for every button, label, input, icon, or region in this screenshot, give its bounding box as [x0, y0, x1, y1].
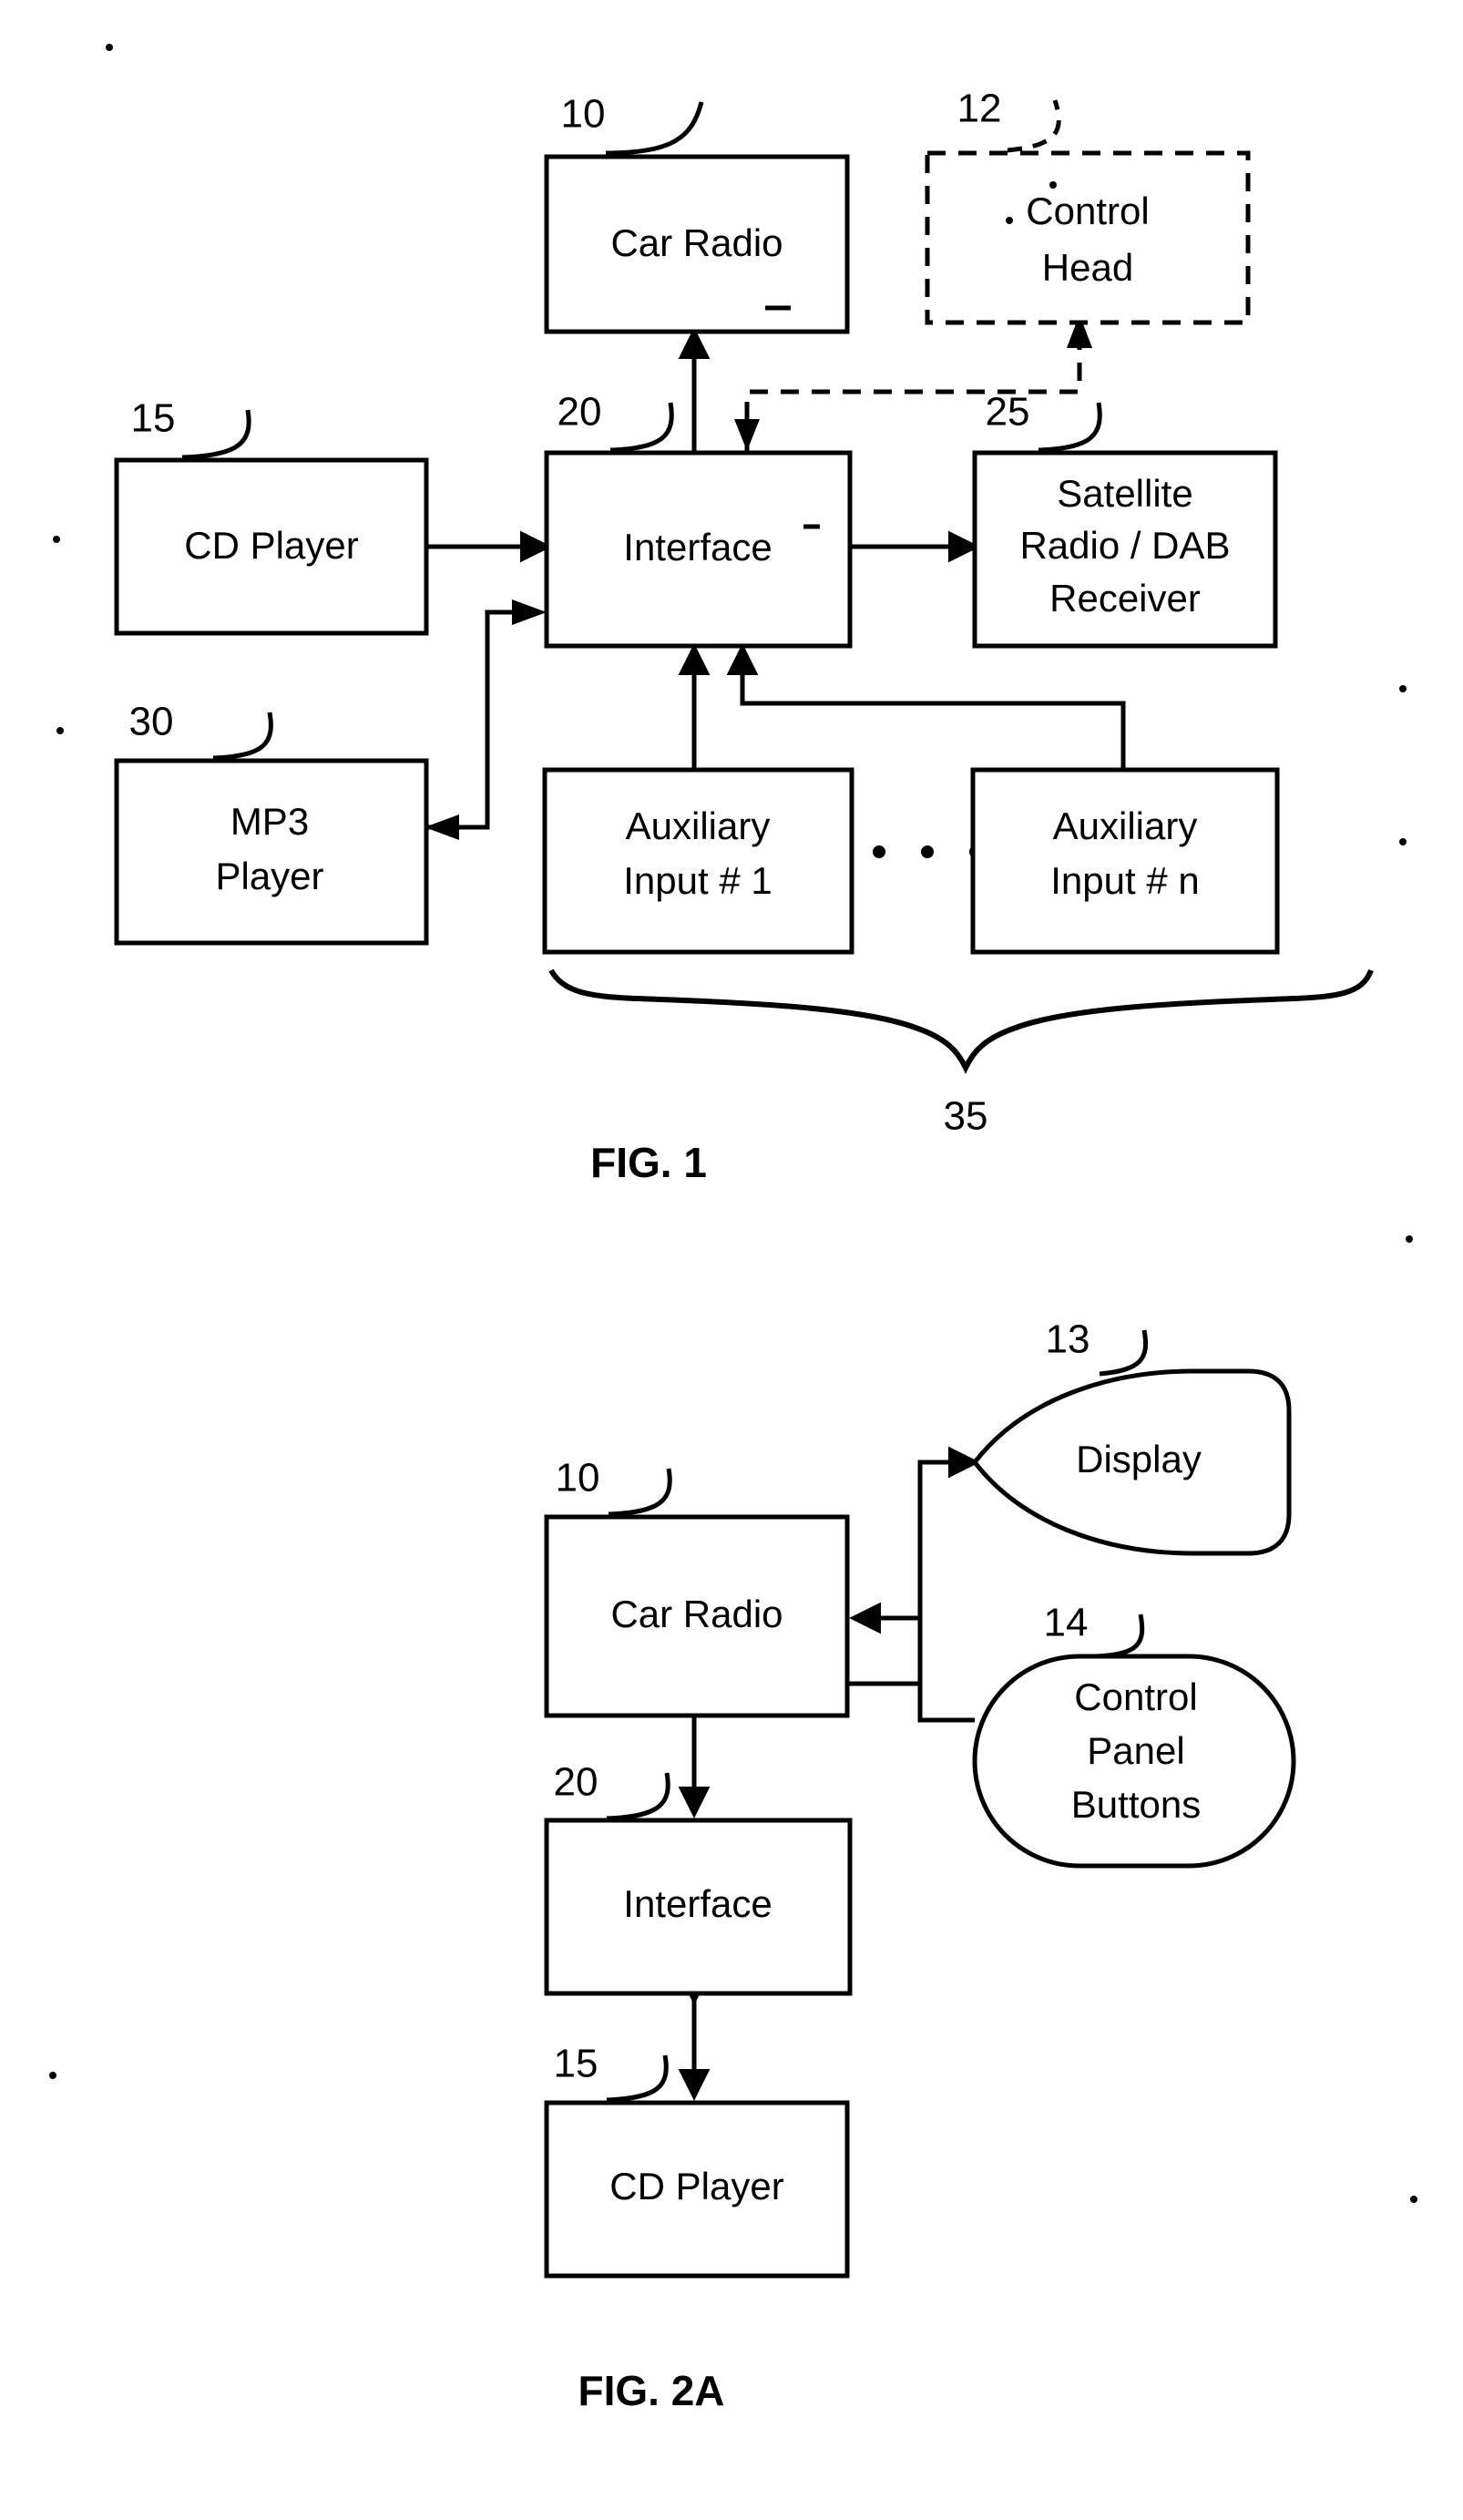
arrowhead-control-head-down	[734, 419, 760, 451]
aux-input-n-label-line1: Auxiliary	[1053, 804, 1198, 847]
satellite-radio-label-line1: Satellite	[1057, 472, 1192, 515]
ref-number-15: 15	[131, 396, 176, 441]
node-satellite-radio[interactable]: Satellite Radio / DAB Receiver 25	[972, 390, 1278, 649]
ref-leader-10	[605, 101, 704, 156]
node-cd-player-2a[interactable]: CD Player 15	[544, 2042, 850, 2279]
aux-input-1-label-line1: Auxiliary	[626, 804, 771, 847]
ref-leader-13	[1099, 1329, 1149, 1377]
print-speck	[1399, 838, 1407, 845]
print-speck	[106, 44, 113, 51]
figure-2a: Car Radio 10 Display 13 Control Panel Bu…	[49, 1235, 1417, 2414]
figure-1-caption: FIG. 1	[590, 1139, 707, 1186]
aux-group-brace: 35	[548, 968, 1374, 1139]
figure-2a-caption: FIG. 2A	[578, 2367, 724, 2414]
ref-number-12: 12	[957, 87, 1002, 131]
node-interface[interactable]: Interface 20	[544, 390, 853, 649]
ref-leader-10-2a	[608, 1468, 672, 1517]
satellite-radio-label-line3: Receiver	[1049, 577, 1201, 620]
figure-canvas: Car Radio 10 Control Head 12 CD Player 1…	[49, 44, 1417, 2414]
ref-number-30: 30	[129, 700, 174, 744]
mp3-player-label-line1: MP3	[230, 800, 309, 843]
print-speck	[1049, 181, 1057, 189]
node-cd-player[interactable]: CD Player 15	[114, 396, 429, 636]
mp3-player-label-line2: Player	[215, 855, 323, 897]
node-mp3-player[interactable]: MP3 Player 30	[114, 700, 429, 946]
ref-leader-12	[1007, 99, 1061, 153]
connector-car-radio-display	[847, 1446, 980, 1686]
connector-buttons-car-radio	[849, 1602, 975, 1723]
ref-number-10-2a: 10	[556, 1456, 600, 1501]
ref-number-20-2a: 20	[554, 1760, 598, 1805]
ref-number-13: 13	[1046, 1317, 1090, 1362]
print-speck	[1006, 217, 1013, 224]
print-speck	[1399, 685, 1407, 692]
node-control-head[interactable]: Control Head 12	[925, 87, 1251, 325]
interface-2a-label: Interface	[623, 1882, 772, 1925]
control-panel-buttons-label-line3: Buttons	[1071, 1783, 1201, 1826]
print-speck	[1406, 1235, 1413, 1243]
aux-ellipsis	[873, 845, 982, 858]
ref-number-20: 20	[558, 390, 602, 435]
print-speck	[49, 2072, 56, 2079]
display-label: Display	[1076, 1438, 1202, 1480]
car-radio-2a-label: Car Radio	[610, 1593, 783, 1635]
cd-player-2a-label: CD Player	[609, 2165, 783, 2208]
node-car-radio-2a[interactable]: Car Radio 10	[544, 1456, 850, 1718]
node-aux-input-n[interactable]: Auxiliary Input # n	[970, 767, 1280, 955]
node-display[interactable]: Display 13	[971, 1317, 1292, 1556]
ref-leader-20	[609, 402, 674, 453]
ref-leader-20-2a	[606, 1772, 670, 1821]
print-speck	[53, 536, 60, 543]
cd-player-label: CD Player	[184, 524, 358, 567]
aux-input-1-label-line2: Input # 1	[623, 859, 772, 902]
control-head-box[interactable]	[925, 150, 1251, 325]
mp3-player-box[interactable]	[114, 758, 429, 946]
ref-number-14: 14	[1044, 1601, 1089, 1645]
print-speck	[1410, 2196, 1417, 2203]
ref-leader-14	[1095, 1613, 1145, 1659]
ellipsis-dot	[873, 845, 885, 858]
ellipsis-dot	[921, 845, 934, 858]
connector-auxn-interface	[726, 643, 1126, 770]
ref-number-10: 10	[561, 92, 606, 137]
ref-number-25: 25	[986, 390, 1030, 435]
ref-leader-30	[212, 712, 273, 761]
brace-path	[548, 968, 1374, 1075]
ref-number-35: 35	[944, 1094, 988, 1139]
node-car-radio[interactable]: Car Radio 10	[544, 92, 850, 334]
patent-drawing-page: Car Radio 10 Control Head 12 CD Player 1…	[0, 0, 1463, 2520]
ref-leader-15-2a	[606, 2054, 669, 2103]
ref-leader-15	[181, 409, 251, 460]
arrowhead-mp3-into-interface	[512, 599, 547, 625]
interface-label: Interface	[623, 526, 772, 569]
control-panel-buttons-label-line1: Control	[1074, 1675, 1197, 1718]
control-panel-buttons-label-line2: Panel	[1087, 1729, 1184, 1772]
node-interface-2a[interactable]: Interface 20	[544, 1760, 853, 1996]
ref-number-15-2a: 15	[554, 2042, 598, 2086]
ref-leader-25	[1038, 402, 1102, 453]
figure-1: Car Radio 10 Control Head 12 CD Player 1…	[53, 44, 1407, 1186]
connector-mp3-interface	[426, 610, 539, 830]
node-aux-input-1[interactable]: Auxiliary Input # 1	[542, 767, 854, 955]
aux-input-n-label-line2: Input # n	[1050, 859, 1199, 902]
control-head-label-line2: Head	[1042, 246, 1133, 289]
print-speck	[56, 727, 64, 734]
satellite-radio-label-line2: Radio / DAB	[1019, 524, 1230, 567]
control-head-label-line1: Control	[1026, 190, 1149, 232]
car-radio-label: Car Radio	[610, 221, 783, 264]
node-control-panel-buttons[interactable]: Control Panel Buttons 14	[972, 1601, 1296, 1869]
arrowhead-mp3-left	[425, 814, 459, 840]
